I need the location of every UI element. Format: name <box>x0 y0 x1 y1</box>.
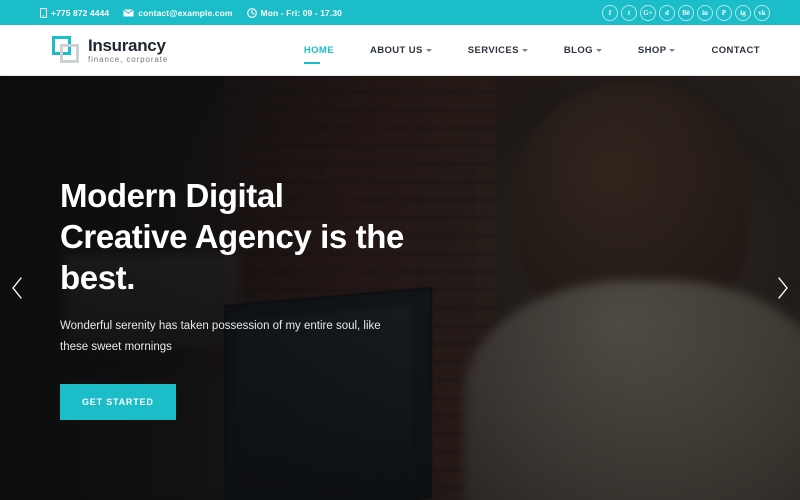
chevron-down-icon <box>425 49 432 52</box>
topbar-contact-group: +775 872 4444 contact@example.com Mon - … <box>40 7 342 18</box>
nav-item-home-label: HOME <box>303 44 334 56</box>
nav-item-contact[interactable]: CONTACT <box>693 25 760 76</box>
hero-title-line-2: Creative Agency is the <box>60 217 404 255</box>
brand-logo[interactable]: Insurancy finance, corporate <box>52 36 168 64</box>
dribbble-glyph: d <box>665 8 669 17</box>
hero-title-line-3: best. <box>60 258 136 296</box>
vk-glyph: vk <box>758 8 766 17</box>
slider-next-button[interactable] <box>768 268 798 308</box>
hero-title-line-1: Modern Digital <box>60 177 284 214</box>
main-navigation: HOME ABOUT US SERVICES BLOG SHOP CONTACT <box>286 25 760 76</box>
envelope-icon <box>123 8 135 17</box>
nav-item-home[interactable]: HOME <box>286 25 352 76</box>
brand-tagline: finance, corporate <box>88 54 169 64</box>
behance-glyph: Bē <box>682 8 690 17</box>
nav-item-blog[interactable]: BLOG <box>546 25 620 76</box>
hero-content: Modern Digital Creative Agency is the be… <box>60 176 490 421</box>
clock-icon <box>246 7 257 18</box>
hero-subtitle-line-1: Wonderful serenity has taken possession … <box>60 319 333 332</box>
brand-text: Insurancy finance, corporate <box>88 37 168 64</box>
hero-subtitle: Wonderful serenity has taken possession … <box>60 316 390 359</box>
brand-name: Insurancy <box>88 35 166 55</box>
hero-title: Modern Digital Creative Agency is the be… <box>60 176 490 299</box>
linkedin-icon[interactable]: in <box>697 4 713 21</box>
chevron-down-icon <box>595 49 602 52</box>
pinterest-glyph: P <box>721 8 727 17</box>
topbar-email-text: contact@example.com <box>138 7 233 18</box>
site-header: Insurancy finance, corporate HOME ABOUT … <box>0 25 800 76</box>
chevron-right-icon <box>776 276 790 300</box>
dribbble-icon[interactable]: d <box>659 4 675 21</box>
nav-item-services-label: SERVICES <box>467 44 519 56</box>
facebook-glyph: f <box>608 8 612 17</box>
nav-item-about-us-label: ABOUT US <box>369 44 423 56</box>
nav-item-blog-label: BLOG <box>563 44 593 56</box>
slider-prev-button[interactable] <box>2 268 32 308</box>
chevron-left-icon <box>10 276 24 300</box>
topbar-phone[interactable]: +775 872 4444 <box>40 7 110 18</box>
nav-item-shop-label: SHOP <box>637 44 667 56</box>
behance-icon[interactable]: Bē <box>678 4 694 21</box>
topbar-hours: Mon - Fri: 09 - 17.30 <box>246 7 342 18</box>
chevron-down-icon <box>521 49 528 52</box>
pinterest-icon[interactable]: P <box>716 4 732 21</box>
instagram-glyph: ig <box>740 8 746 17</box>
facebook-icon[interactable]: f <box>602 4 618 21</box>
instagram-icon[interactable]: ig <box>735 4 751 21</box>
hero-slider: Modern Digital Creative Agency is the be… <box>0 76 800 500</box>
twitter-icon[interactable]: t <box>621 4 637 21</box>
vk-icon[interactable]: vk <box>754 4 770 21</box>
top-contact-bar: +775 872 4444 contact@example.com Mon - … <box>0 0 800 25</box>
twitter-glyph: t <box>627 8 631 17</box>
nav-active-underline <box>303 61 320 64</box>
phone-icon <box>40 7 47 18</box>
topbar-hours-text: Mon - Fri: 09 - 17.30 <box>260 7 342 18</box>
chevron-down-icon <box>669 49 676 52</box>
nav-item-services[interactable]: SERVICES <box>450 25 546 76</box>
get-started-button[interactable]: GET STARTED <box>60 384 176 421</box>
nav-item-contact-label: CONTACT <box>711 44 760 56</box>
nav-item-shop[interactable]: SHOP <box>620 25 694 76</box>
topbar-email[interactable]: contact@example.com <box>123 8 232 18</box>
overlapping-squares-logo-icon <box>52 36 80 64</box>
topbar-phone-text: +775 872 4444 <box>51 7 110 18</box>
google-plus-icon[interactable]: G+ <box>640 4 656 21</box>
linkedin-glyph: in <box>702 8 708 17</box>
google-plus-glyph: G+ <box>643 8 653 17</box>
social-links: f t G+ d Bē in P ig vk <box>602 4 788 21</box>
nav-item-about-us[interactable]: ABOUT US <box>352 25 450 76</box>
